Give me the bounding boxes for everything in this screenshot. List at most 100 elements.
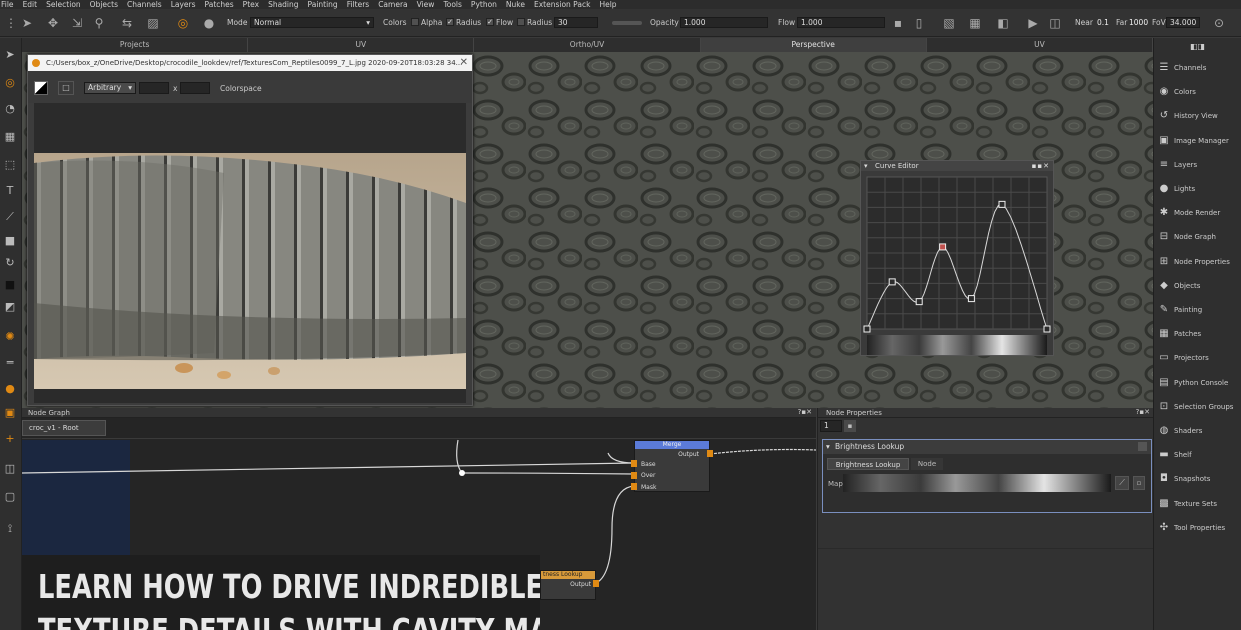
panel-item-colors[interactable]: ◉ Colors xyxy=(1158,84,1241,100)
select-frame-icon[interactable]: ▢ xyxy=(3,490,17,504)
fov-field[interactable]: 34.000 xyxy=(1166,17,1200,28)
menu-filters[interactable]: Filters xyxy=(347,0,369,9)
selected-tool-icon[interactable]: ▣ xyxy=(3,406,17,420)
merge-output-port[interactable] xyxy=(707,450,713,457)
flow-field[interactable]: 1.000 xyxy=(797,17,885,28)
frame-icon[interactable]: ◫ xyxy=(3,462,17,476)
paint-tool-icon[interactable]: ◎ xyxy=(3,76,17,90)
panel-item-snapshots[interactable]: ◘ Snapshots xyxy=(1158,471,1241,487)
text-tool-icon[interactable]: T xyxy=(3,184,17,198)
height-field[interactable] xyxy=(180,82,210,94)
menu-extension-pack[interactable]: Extension Pack xyxy=(534,0,590,9)
menu-layers[interactable]: Layers xyxy=(171,0,196,9)
pin-icon[interactable]: ⚲ xyxy=(92,16,106,30)
alpha-toggle-icon[interactable] xyxy=(34,81,48,95)
mask-input-port[interactable] xyxy=(631,483,637,490)
slider-handle-icon[interactable]: ▪ xyxy=(891,16,905,30)
brush-tip-icon[interactable]: ● xyxy=(202,16,216,30)
menu-view[interactable]: View xyxy=(417,0,435,9)
opacity-field[interactable]: 1.000 xyxy=(680,17,768,28)
merge-node[interactable]: Merge Output Base Over Mask xyxy=(631,440,713,492)
book-icon[interactable]: ▯ xyxy=(912,16,926,30)
far-value[interactable]: 1000 xyxy=(1129,18,1148,27)
fit-icon[interactable]: □ xyxy=(58,81,74,95)
flip-icon[interactable]: ⇆ xyxy=(120,16,134,30)
curve-control-point[interactable] xyxy=(939,243,947,251)
mode-select[interactable]: Normal ▾ xyxy=(250,17,374,28)
menu-tools[interactable]: Tools xyxy=(443,0,461,9)
tab-brightness-lookup[interactable]: Brightness Lookup xyxy=(827,458,909,470)
curve-control-point[interactable] xyxy=(1043,325,1051,333)
panel-item-history-view[interactable]: ↺ History View xyxy=(1158,108,1241,124)
menu-nuke[interactable]: Nuke xyxy=(506,0,525,9)
panel-item-channels[interactable]: ☰ Channels xyxy=(1158,60,1241,76)
menu-selection[interactable]: Selection xyxy=(46,0,81,9)
menu-painting[interactable]: Painting xyxy=(308,0,338,9)
radius2-checkbox[interactable] xyxy=(517,18,525,26)
menu-patches[interactable]: Patches xyxy=(205,0,234,9)
orange-dot-icon[interactable]: ● xyxy=(3,382,17,396)
panel-item-image-manager[interactable]: ▣ Image Manager xyxy=(1158,133,1241,149)
map-gradient[interactable] xyxy=(843,474,1111,492)
menu-help[interactable]: Help xyxy=(599,0,616,9)
reset-icon[interactable]: ▫ xyxy=(1133,476,1145,490)
image-canvas[interactable] xyxy=(34,103,466,403)
menu-channels[interactable]: Channels xyxy=(127,0,162,9)
brightness-lookup-node[interactable]: tness Lookup Output xyxy=(540,570,599,600)
line-tool-icon[interactable]: ═ xyxy=(3,356,17,370)
picker-icon[interactable]: ⟋ xyxy=(3,210,17,224)
select-tool-icon[interactable]: ➤ xyxy=(20,16,34,30)
grid-icon[interactable]: ▦ xyxy=(3,130,17,144)
near-value[interactable]: 0.1 xyxy=(1097,18,1109,27)
panel-item-projectors[interactable]: ▭ Projectors xyxy=(1158,350,1241,366)
smudge-icon[interactable]: ✺ xyxy=(3,330,17,344)
menu-objects[interactable]: Objects xyxy=(90,0,118,9)
alpha-checkbox[interactable] xyxy=(411,18,419,26)
swatch-black-icon[interactable]: ■ xyxy=(3,278,17,292)
panel-item-node-properties[interactable]: ⊞ Node Properties xyxy=(1158,254,1241,270)
swap-icon[interactable]: ↻ xyxy=(3,256,17,270)
map-icon[interactable]: ▧ xyxy=(942,16,956,30)
uv-move-icon[interactable]: ⇲ xyxy=(70,16,84,30)
menu-file[interactable]: File xyxy=(1,0,14,9)
curve-control-point[interactable] xyxy=(967,295,975,303)
eraser-icon[interactable]: ◔ xyxy=(3,102,17,116)
menu-ptex[interactable]: Ptex xyxy=(243,0,259,9)
curve-control-point[interactable] xyxy=(863,325,871,333)
tab-node[interactable]: Node xyxy=(911,458,943,470)
tab-uv-1[interactable]: UV xyxy=(248,38,475,52)
fg-bg-icon[interactable]: ◩ xyxy=(3,300,17,314)
flow-checkbox[interactable]: ✓ xyxy=(486,18,494,26)
cube-icon[interactable]: ◧ xyxy=(996,16,1010,30)
paint-brush-icon[interactable]: ◎ xyxy=(176,16,190,30)
collapse-icon[interactable]: ▾ xyxy=(864,161,868,171)
radius-field[interactable]: 30 xyxy=(554,17,598,28)
clone-icon[interactable]: ⟟ xyxy=(3,522,17,536)
pin-icon[interactable]: ▪ xyxy=(844,420,856,432)
menu-python[interactable]: Python xyxy=(471,0,497,9)
base-input-port[interactable] xyxy=(631,460,637,467)
panel-item-shelf[interactable]: ▬ Shelf xyxy=(1158,447,1241,463)
menu-edit[interactable]: Edit xyxy=(23,0,38,9)
panel-item-lights[interactable]: ● Lights xyxy=(1158,181,1241,197)
menu-shading[interactable]: Shading xyxy=(268,0,298,9)
panel-item-shaders[interactable]: ◍ Shaders xyxy=(1158,423,1241,439)
width-field[interactable] xyxy=(139,82,169,94)
tab-uv-4[interactable]: UV xyxy=(927,38,1154,52)
camera-settings-icon[interactable]: ⊙ xyxy=(1212,16,1226,30)
section-options-icon[interactable] xyxy=(1138,442,1147,451)
tab-projects-0[interactable]: Projects xyxy=(22,38,249,52)
swatch-white-icon[interactable]: ■ xyxy=(3,234,17,248)
marquee-icon[interactable]: ⬚ xyxy=(3,158,17,172)
dock-icon[interactable]: ◧◨ xyxy=(1190,42,1205,51)
panel-item-mode-render[interactable]: ✱ Mode Render xyxy=(1158,205,1241,221)
tab-ortho-uv-2[interactable]: Ortho/UV xyxy=(474,38,701,52)
curve-canvas[interactable] xyxy=(861,171,1053,357)
radius-slider[interactable] xyxy=(612,21,642,25)
section-header[interactable]: ▾ Brightness Lookup xyxy=(823,440,1151,454)
panel-item-python-console[interactable]: ▤ Python Console xyxy=(1158,375,1241,391)
close-icon[interactable]: ✕ xyxy=(460,55,468,71)
video-camera-icon[interactable]: ◫ xyxy=(1048,16,1062,30)
counter-field[interactable]: 1 xyxy=(820,420,842,432)
curve-control-point[interactable] xyxy=(888,278,896,286)
